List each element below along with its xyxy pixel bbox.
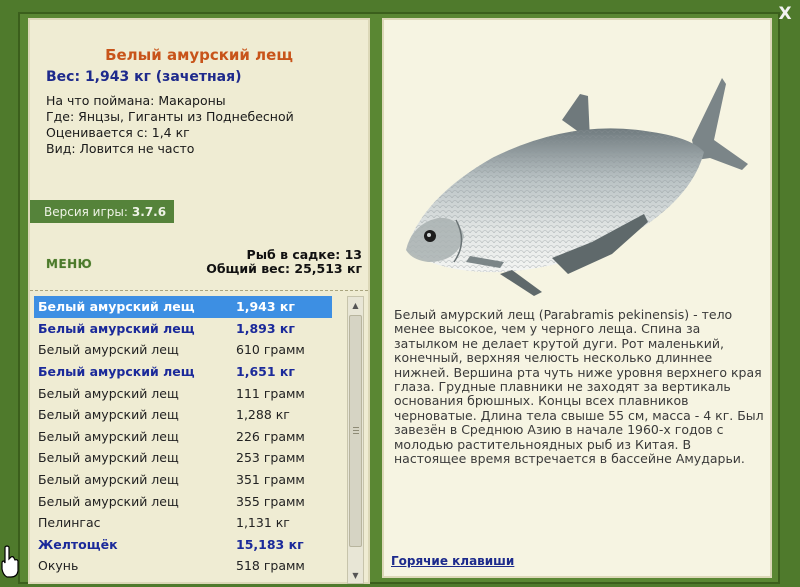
fish-row-weight: 111 грамм [236, 385, 305, 401]
fish-info-panel: Белый амурский лещ Вес: 1,943 кг (зачетн… [30, 20, 368, 290]
fish-row-weight: 1,131 кг [236, 515, 290, 531]
fish-list-row[interactable]: Белый амурский лещ 253 грамм [34, 447, 332, 469]
hand-cursor-icon [1, 545, 19, 578]
fish-row-weight: 610 грамм [236, 342, 305, 358]
right-panel: Белый амурский лещ (Parabramis pekinensi… [382, 18, 772, 578]
location-detail: Где: Янцзы, Гиганты из Поднебесной [46, 109, 294, 124]
fish-row-name: Белый амурский лещ [38, 364, 195, 380]
fish-list-row[interactable]: Белый амурский лещ 1,288 кг [34, 404, 332, 426]
fish-row-name: Белый амурский лещ [38, 407, 179, 423]
scroll-thumb[interactable] [349, 315, 362, 547]
fish-row-name: Белый амурский лещ [38, 385, 179, 401]
fish-row-weight: 253 грамм [236, 450, 305, 466]
fish-row-name: Окунь [38, 558, 79, 574]
version-bar: Версия игры: 3.7.6 [30, 200, 174, 223]
version-value: 3.7.6 [131, 204, 167, 219]
fish-row-weight: 1,651 кг [236, 364, 295, 380]
fish-list-row[interactable]: Белый амурский лещ 111 грамм [34, 382, 332, 404]
fish-list-row[interactable]: Белый амурский лещ 1,893 кг [34, 318, 332, 340]
fish-row-name: Пелингас [38, 515, 101, 531]
total-weight: Общий вес: 25,513 кг [206, 261, 362, 276]
fish-list-row[interactable]: Желтощёк 15,183 кг [34, 534, 332, 556]
scroll-down-arrow[interactable]: ▼ [348, 567, 363, 583]
fish-list-row[interactable]: Белый амурский лещ 226 грамм [34, 426, 332, 448]
list-scrollbar[interactable]: ▲ ▼ [347, 296, 364, 584]
fish-title: Белый амурский лещ [105, 46, 293, 64]
close-button[interactable]: X [774, 3, 796, 25]
fish-row-weight: 518 грамм [236, 558, 305, 574]
fish-list-row[interactable]: Белый амурский лещ 610 грамм [34, 339, 332, 361]
fish-list-row[interactable]: Белый амурский лещ 1,943 кг [34, 296, 332, 318]
scroll-up-arrow[interactable]: ▲ [348, 297, 363, 313]
fish-row-name: Белый амурский лещ [38, 472, 179, 488]
fish-row-weight: 15,183 кг [236, 536, 304, 552]
fish-row-name: Желтощёк [38, 536, 118, 552]
panel-divider [30, 290, 368, 291]
fish-row-weight: 1,943 кг [236, 299, 295, 315]
fish-row-name: Белый амурский лещ [38, 493, 179, 509]
keepnet-stats: Рыб в садке: 13 Общий вес: 25,513 кг [206, 248, 362, 276]
fish-image [406, 78, 748, 296]
fish-list-row[interactable]: Окунь 518 грамм [34, 555, 332, 577]
rating-detail: Оценивается с: 1,4 кг [46, 125, 190, 140]
fish-row-weight: 226 грамм [236, 428, 305, 444]
fish-list: Белый амурский лещ 1,943 кг Белый амурский… [34, 296, 332, 584]
fish-description: Белый амурский лещ (Parabramis pekinensi… [394, 307, 764, 467]
fish-row-name: Белый амурский лещ [38, 342, 179, 358]
fish-count: Рыб в садке: 13 [246, 247, 362, 262]
hotkeys-link[interactable]: Горячие клавиши [391, 554, 514, 568]
fish-row-name: Белый амурский лещ [38, 320, 195, 336]
left-panel: Белый амурский лещ Вес: 1,943 кг (зачетн… [28, 18, 370, 584]
rarity-detail: Вид: Ловится не часто [46, 141, 195, 156]
fish-list-row[interactable]: Белый амурский лещ 351 грамм [34, 469, 332, 491]
scroll-grip [353, 430, 359, 431]
fish-row-weight: 351 грамм [236, 472, 305, 488]
scroll-grip [353, 433, 359, 434]
fish-row-name: Белый амурский лещ [38, 428, 179, 444]
fish-list-row[interactable]: Белый амурский лещ 1,651 кг [34, 361, 332, 383]
fish-row-name: Белый амурский лещ [38, 299, 195, 315]
fish-row-weight: 1,288 кг [236, 407, 290, 423]
version-label: Версия игры: [44, 204, 128, 219]
bait-detail: На что поймана: Макароны [46, 93, 226, 108]
scroll-grip [353, 427, 359, 428]
fish-row-name: Белый амурский лещ [38, 450, 179, 466]
fish-list-row[interactable]: Белый амурский лещ 355 грамм [34, 490, 332, 512]
fish-weight: Вес: 1,943 кг (зачетная) [46, 69, 242, 85]
menu-button[interactable]: МЕНЮ [46, 257, 92, 271]
fish-row-weight: 355 грамм [236, 493, 305, 509]
fish-row-weight: 1,893 кг [236, 320, 295, 336]
fish-list-row[interactable]: Пелингас 1,131 кг [34, 512, 332, 534]
